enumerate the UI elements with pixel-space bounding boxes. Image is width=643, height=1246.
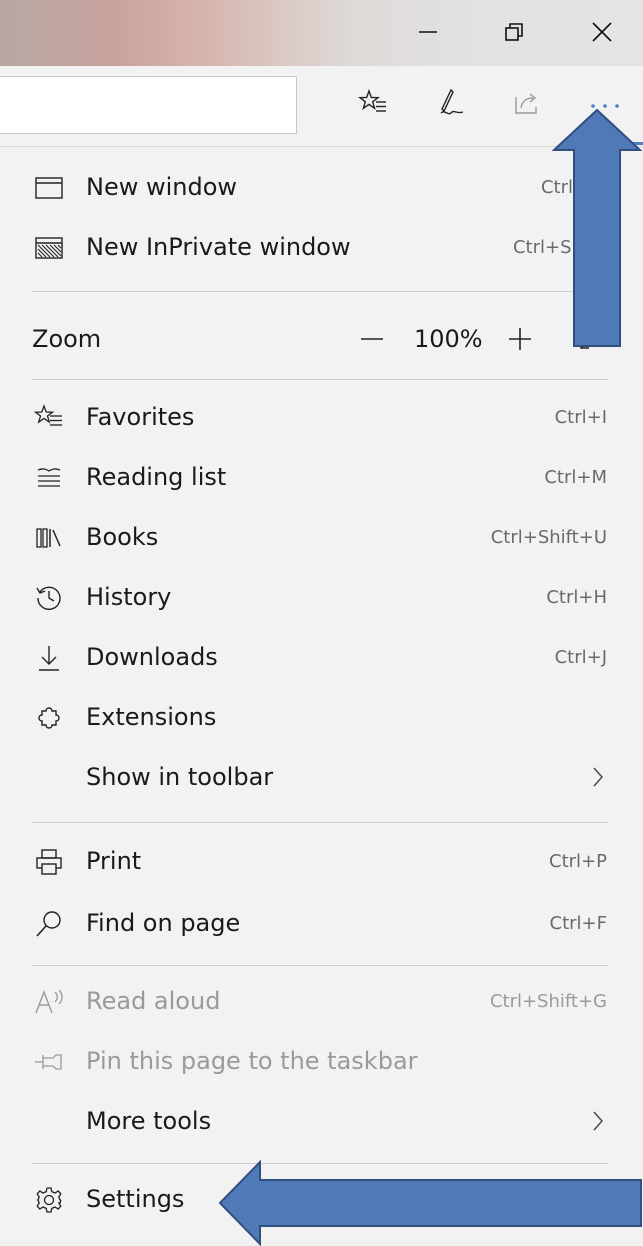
menu-label: Extensions (86, 703, 217, 731)
menu-divider (32, 965, 608, 966)
books-icon (32, 521, 66, 555)
minimize-button[interactable] (398, 8, 458, 56)
menu-label: Show in toolbar (86, 763, 274, 791)
menu-item-show-in-toolbar[interactable]: Show in toolbar (0, 747, 643, 807)
menu-label: Read aloud (86, 987, 221, 1015)
menu-label: Books (86, 523, 159, 551)
share-icon (512, 88, 542, 122)
settings-and-more-menu: New window Ctrl New InPrivate window Ctr… (0, 147, 643, 1246)
star-list-icon (32, 401, 66, 435)
minimize-icon (418, 22, 438, 42)
close-button[interactable] (572, 8, 632, 56)
menu-divider (32, 291, 608, 292)
menu-divider (32, 822, 608, 823)
favorites-button[interactable] (348, 80, 398, 130)
address-bar[interactable] (0, 76, 297, 134)
menu-item-read-aloud: Read aloud Ctrl+Shift+G (0, 971, 643, 1031)
menu-shortcut: Ctrl+F (549, 913, 607, 934)
search-icon (32, 907, 66, 941)
star-list-icon (358, 88, 388, 122)
menu-item-extensions[interactable]: Extensions (0, 687, 643, 747)
menu-label: New window (86, 173, 238, 201)
plus-icon (507, 326, 533, 356)
browser-toolbar (0, 66, 643, 147)
menu-label: New InPrivate window (86, 233, 351, 261)
menu-label: Pin this page to the taskbar (86, 1047, 418, 1075)
menu-shortcut: Ctrl+Shift+G (489, 991, 607, 1012)
chevron-right-icon (591, 1109, 605, 1137)
menu-item-print[interactable]: Print Ctrl+P (0, 831, 643, 891)
menu-item-books[interactable]: Books Ctrl+Shift+U (0, 507, 643, 567)
zoom-level: 100% (414, 325, 483, 353)
minus-icon (359, 326, 385, 356)
menu-item-reading-list[interactable]: Reading list Ctrl+M (0, 447, 643, 507)
menu-item-new-inprivate-window[interactable]: New InPrivate window Ctrl+Shift (0, 217, 643, 277)
menu-item-downloads[interactable]: Downloads Ctrl+J (0, 627, 643, 687)
menu-label: Reading list (86, 463, 227, 491)
pen-icon (435, 87, 467, 123)
annotation-arrow-left (218, 1160, 642, 1246)
history-icon (32, 581, 66, 615)
menu-shortcut: Ctrl+J (554, 647, 607, 668)
pin-icon (32, 1045, 66, 1079)
chevron-right-icon (591, 765, 605, 793)
menu-shortcut: Ctrl+Shift+U (490, 527, 607, 548)
menu-item-favorites[interactable]: Favorites Ctrl+I (0, 387, 643, 447)
printer-icon (32, 845, 66, 879)
menu-label: Downloads (86, 643, 218, 671)
menu-label: Find on page (86, 909, 241, 937)
notes-button[interactable] (426, 80, 476, 130)
close-icon (591, 21, 613, 43)
menu-shortcut: Ctrl+H (546, 587, 607, 608)
menu-label: Favorites (86, 403, 195, 431)
menu-label: Settings (86, 1185, 185, 1213)
annotation-arrow-up (552, 108, 642, 347)
read-aloud-icon (32, 985, 66, 1019)
inprivate-window-icon (32, 231, 66, 265)
gear-icon (32, 1183, 66, 1217)
reading-list-icon (32, 461, 66, 495)
zoom-row: Zoom 100% (0, 309, 643, 369)
puzzle-icon (32, 701, 66, 735)
menu-item-new-window[interactable]: New window Ctrl (0, 157, 643, 217)
zoom-in-button[interactable] (500, 321, 540, 361)
title-bar (0, 0, 643, 66)
menu-label: History (86, 583, 172, 611)
window-icon (32, 171, 66, 205)
menu-label: Print (86, 847, 142, 875)
menu-shortcut: Ctrl+M (544, 467, 607, 488)
download-icon (32, 641, 66, 675)
menu-divider (32, 379, 608, 380)
menu-item-find-on-page[interactable]: Find on page Ctrl+F (0, 893, 643, 953)
menu-item-pin-to-taskbar: Pin this page to the taskbar (0, 1031, 643, 1091)
zoom-out-button[interactable] (352, 321, 392, 361)
share-button[interactable] (502, 80, 552, 130)
zoom-label: Zoom (32, 325, 102, 353)
restore-icon (503, 21, 525, 43)
menu-item-more-tools[interactable]: More tools (0, 1091, 643, 1151)
menu-item-history[interactable]: History Ctrl+H (0, 567, 643, 627)
menu-shortcut: Ctrl+I (554, 407, 607, 428)
restore-button[interactable] (484, 8, 544, 56)
menu-shortcut: Ctrl+P (549, 851, 607, 872)
menu-label: More tools (86, 1107, 212, 1135)
